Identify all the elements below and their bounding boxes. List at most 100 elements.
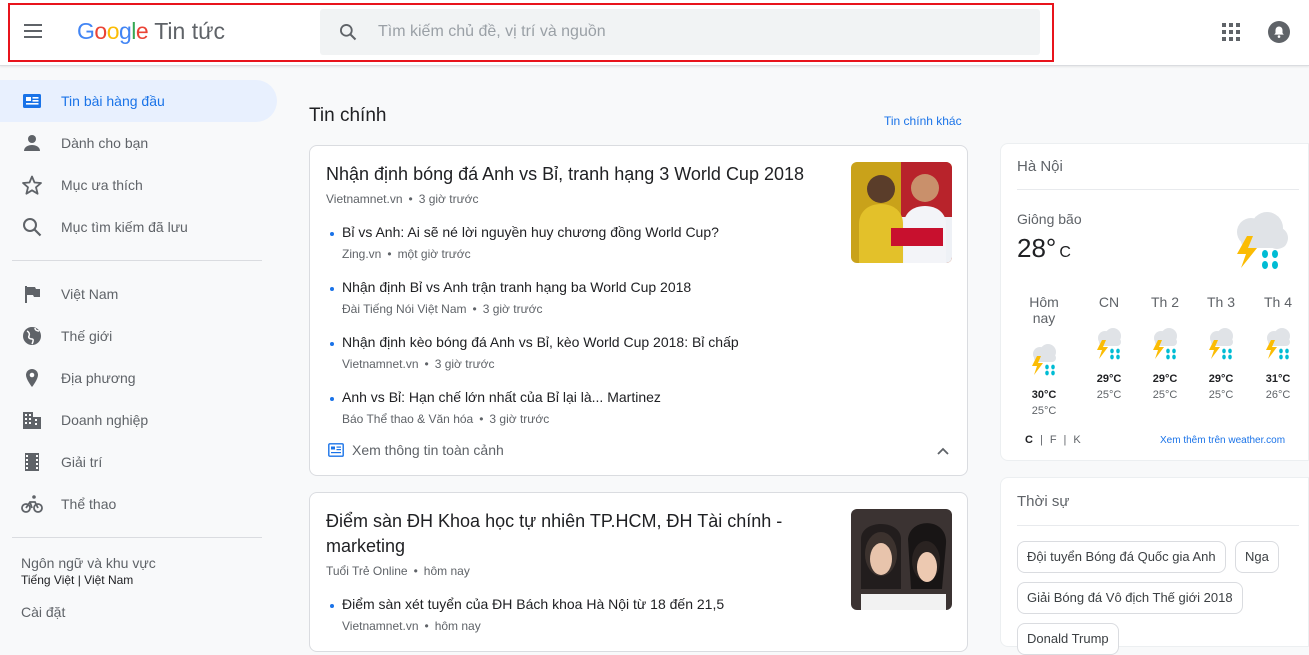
article-meta: Vietnamnet.vn • 3 giờ trước [326, 192, 479, 206]
article-time: 3 giờ trước [482, 302, 543, 316]
weather-condition: Giông bão [1017, 211, 1082, 227]
related-article-meta: Zing.vn • một giờ trước [342, 247, 471, 261]
sidebar-item-world[interactable]: Thế giới [0, 315, 277, 357]
unit-celsius[interactable]: C [1025, 434, 1033, 446]
search-icon [23, 218, 42, 237]
article-time: một giờ trước [397, 247, 471, 261]
more-headlines-link[interactable]: Tin chính khác [884, 114, 962, 128]
sidebar-item-vietnam[interactable]: Việt Nam [0, 273, 277, 315]
related-bullet [330, 604, 334, 608]
article-source[interactable]: Vietnamnet.vn [326, 192, 403, 206]
film-icon [25, 453, 39, 471]
related-article-meta: Vietnamnet.vn • 3 giờ trước [342, 357, 495, 371]
article-thumbnail[interactable] [851, 509, 952, 610]
story-card: Điểm sàn ĐH Khoa học tự nhiên TP.HCM, ĐH… [309, 492, 968, 652]
forecast-day[interactable]: Hôm nay 30°C 25°C [1016, 294, 1072, 417]
thunderstorm-icon [1153, 328, 1177, 360]
thunderstorm-icon [1097, 328, 1121, 360]
related-article-title[interactable]: Anh vs Bỉ: Hạn chế lớn nhất của Bỉ lại l… [342, 389, 661, 405]
thunderstorm-icon [1266, 328, 1290, 360]
related-bullet [330, 232, 334, 236]
sidebar-item-top-stories[interactable]: Tin bài hàng đầu [0, 80, 277, 122]
article-source[interactable]: Zing.vn [342, 247, 381, 261]
notifications-bell-icon[interactable] [1268, 21, 1290, 43]
product-name: Tin tức [154, 18, 225, 44]
thunderstorm-icon [1032, 344, 1056, 376]
full-coverage-icon [328, 443, 344, 457]
related-bullet [330, 397, 334, 401]
main-menu-icon[interactable] [20, 20, 46, 46]
chevron-up-icon[interactable] [936, 444, 950, 458]
top-app-bar: Google Tin tức [0, 0, 1309, 66]
weather-card: Hà Nội Giông bão 28° C Hôm nay 30°C 25°C … [1000, 143, 1309, 461]
article-time: 3 giờ trước [489, 412, 550, 426]
article-title[interactable]: Điểm sàn ĐH Khoa học tự nhiên TP.HCM, ĐH… [326, 509, 796, 559]
article-source[interactable]: Báo Thể thao & Văn hóa [342, 412, 473, 426]
building-icon [23, 412, 41, 429]
current-temperature: 28° C [1017, 233, 1071, 263]
article-source[interactable]: Vietnamnet.vn [342, 619, 419, 633]
article-source[interactable]: Vietnamnet.vn [342, 357, 419, 371]
weather-com-link[interactable]: Xem thêm trên weather.com [1160, 435, 1285, 446]
sidebar-item-for-you[interactable]: Dành cho bạn [0, 122, 277, 164]
topics-divider [1017, 525, 1299, 526]
sidebar-item-entertainment[interactable]: Giải trí [0, 441, 277, 483]
article-time: 3 giờ trước [418, 192, 479, 206]
language-region-value: Tiếng Việt | Việt Nam [21, 573, 134, 587]
language-region-link[interactable]: Ngôn ngữ và khu vực [21, 555, 156, 571]
sidebar-item-saved-searches[interactable]: Mục tìm kiếm đã lưu [0, 206, 277, 248]
related-article-meta: Báo Thể thao & Văn hóa • 3 giờ trước [342, 412, 550, 426]
star-icon [22, 175, 42, 195]
topics-title: Thời sự [1017, 493, 1070, 510]
related-article-title[interactable]: Bỉ vs Anh: Ai sẽ né lời nguyền huy chươn… [342, 224, 719, 240]
article-time: hôm nay [423, 564, 470, 578]
unit-kelvin[interactable]: K [1073, 434, 1080, 446]
location-pin-icon [26, 369, 38, 387]
related-article-meta: Đài Tiếng Nói Việt Nam • 3 giờ trước [342, 302, 543, 316]
unit-fahrenheit[interactable]: F [1050, 434, 1057, 446]
bicycle-icon [21, 495, 43, 513]
search-box[interactable] [320, 9, 1040, 55]
article-time: 3 giờ trước [434, 357, 495, 371]
related-article-meta: Vietnamnet.vn • hôm nay [342, 619, 481, 633]
topic-chip[interactable]: Donald Trump [1017, 623, 1119, 655]
topics-card: Thời sự Đội tuyển Bóng đá Quốc gia Anh N… [1000, 477, 1309, 655]
sidebar-item-business[interactable]: Doanh nghiệp [0, 399, 277, 441]
forecast-day[interactable]: Th 3 29°C 25°C [1193, 294, 1249, 401]
forecast-day[interactable]: Th 4 31°C 26°C [1250, 294, 1306, 401]
article-source[interactable]: Đài Tiếng Nói Việt Nam [342, 302, 467, 316]
sidebar: Tin bài hàng đầu Dành cho bạn Mục ưa thí… [0, 66, 290, 634]
forecast-day[interactable]: Th 2 29°C 25°C [1137, 294, 1193, 401]
article-source[interactable]: Tuổi Trẻ Online [326, 564, 408, 578]
article-title[interactable]: Nhận định bóng đá Anh vs Bỉ, tranh hạng … [326, 162, 826, 187]
related-article-title[interactable]: Nhận định Bỉ vs Anh trận tranh hạng ba W… [342, 279, 691, 295]
related-article-title[interactable]: Nhận định kèo bóng đá Anh vs Bỉ, kèo Wor… [342, 334, 739, 350]
sidebar-divider [12, 537, 262, 538]
sidebar-item-sports[interactable]: Thể thao [0, 483, 277, 525]
temperature-unit-switch: C | F | K [1025, 434, 1081, 446]
flag-icon [25, 286, 40, 303]
sidebar-item-local[interactable]: Địa phương [0, 357, 277, 399]
search-input[interactable] [376, 9, 1016, 55]
apps-grid-icon[interactable] [1222, 23, 1240, 41]
sidebar-divider [12, 260, 262, 261]
forecast-day[interactable]: CN 29°C 25°C [1081, 294, 1137, 401]
topic-chip[interactable]: Nga [1235, 541, 1279, 573]
article-meta: Tuổi Trẻ Online • hôm nay [326, 564, 470, 578]
thunderstorm-icon [1209, 328, 1233, 360]
article-time: hôm nay [434, 619, 481, 633]
google-news-logo[interactable]: Google Tin tức [77, 18, 225, 45]
weather-city[interactable]: Hà Nội [1017, 158, 1063, 175]
topic-chip[interactable]: Đội tuyển Bóng đá Quốc gia Anh [1017, 541, 1226, 573]
full-coverage-button[interactable]: Xem thông tin toàn cảnh [328, 442, 504, 458]
search-icon[interactable] [338, 22, 358, 42]
person-icon [24, 135, 40, 151]
topic-chip[interactable]: Giải Bóng đá Vô địch Thế giới 2018 [1017, 582, 1243, 614]
settings-link[interactable]: Cài đặt [21, 604, 65, 620]
weather-divider [1017, 189, 1299, 190]
story-card: Nhận định bóng đá Anh vs Bỉ, tranh hạng … [309, 145, 968, 476]
related-article-title[interactable]: Điểm sàn xét tuyển của ĐH Bách khoa Hà N… [342, 596, 724, 612]
article-thumbnail[interactable] [851, 162, 952, 263]
sidebar-item-favorites[interactable]: Mục ưa thích [0, 164, 277, 206]
related-bullet [330, 342, 334, 346]
